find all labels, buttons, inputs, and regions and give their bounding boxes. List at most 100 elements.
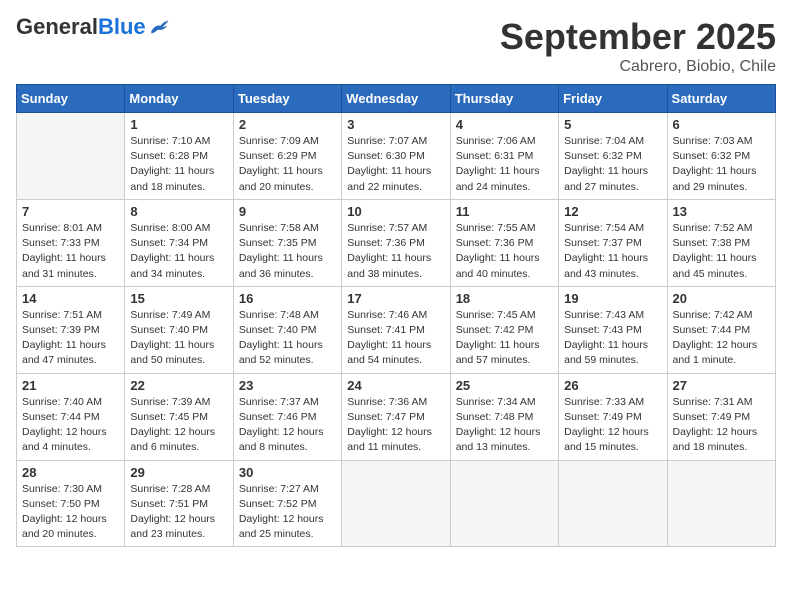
location: Cabrero, Biobio, Chile (500, 58, 776, 76)
day-number: 7 (22, 204, 119, 219)
calendar-cell: 11 Sunrise: 7:55 AM Sunset: 7:36 PM Dayli… (450, 199, 558, 286)
day-info: Sunrise: 7:27 AM Sunset: 7:52 PM Dayligh… (239, 482, 336, 543)
day-number: 12 (564, 204, 661, 219)
calendar-cell: 27 Sunrise: 7:31 AM Sunset: 7:49 PM Dayli… (667, 373, 775, 460)
day-number: 9 (239, 204, 336, 219)
day-info: Sunrise: 7:43 AM Sunset: 7:43 PM Dayligh… (564, 308, 661, 369)
day-info: Sunrise: 7:52 AM Sunset: 7:38 PM Dayligh… (673, 221, 770, 282)
calendar-cell: 18 Sunrise: 7:45 AM Sunset: 7:42 PM Dayli… (450, 286, 558, 373)
calendar-cell: 22Sunrise: 7:39 AM Sunset: 7:45 PM Dayli… (125, 373, 233, 460)
day-info: Sunrise: 7:42 AM Sunset: 7:44 PM Dayligh… (673, 308, 770, 369)
title-block: September 2025 Cabrero, Biobio, Chile (500, 16, 776, 76)
day-number: 11 (456, 204, 553, 219)
logo-bird-icon (150, 19, 170, 35)
col-header-sunday: Sunday (17, 85, 125, 113)
col-header-saturday: Saturday (667, 85, 775, 113)
logo: GeneralBlue (16, 16, 170, 38)
day-number: 15 (130, 291, 227, 306)
day-number: 2 (239, 117, 336, 132)
day-number: 8 (130, 204, 227, 219)
calendar-cell: 28Sunrise: 7:30 AM Sunset: 7:50 PM Dayli… (17, 460, 125, 547)
calendar-cell (17, 113, 125, 200)
day-number: 6 (673, 117, 770, 132)
calendar-cell: 25 Sunrise: 7:34 AM Sunset: 7:48 PM Dayli… (450, 373, 558, 460)
calendar-cell: 4 Sunrise: 7:06 AM Sunset: 6:31 PM Daylig… (450, 113, 558, 200)
col-header-friday: Friday (559, 85, 667, 113)
day-info: Sunrise: 7:37 AM Sunset: 7:46 PM Dayligh… (239, 395, 336, 456)
calendar-header-row: SundayMondayTuesdayWednesdayThursdayFrid… (17, 85, 776, 113)
day-number: 16 (239, 291, 336, 306)
day-info: Sunrise: 7:28 AM Sunset: 7:51 PM Dayligh… (130, 482, 227, 543)
week-row-4: 21 Sunrise: 7:40 AM Sunset: 7:44 PM Dayli… (17, 373, 776, 460)
day-info: Sunrise: 7:06 AM Sunset: 6:31 PM Dayligh… (456, 134, 553, 195)
day-number: 3 (347, 117, 444, 132)
calendar-cell: 14 Sunrise: 7:51 AM Sunset: 7:39 PM Dayli… (17, 286, 125, 373)
day-info: Sunrise: 7:30 AM Sunset: 7:50 PM Dayligh… (22, 482, 119, 543)
col-header-thursday: Thursday (450, 85, 558, 113)
day-info: Sunrise: 7:09 AM Sunset: 6:29 PM Dayligh… (239, 134, 336, 195)
day-number: 19 (564, 291, 661, 306)
calendar-cell: 8 Sunrise: 8:00 AM Sunset: 7:34 PM Daylig… (125, 199, 233, 286)
calendar-cell: 19 Sunrise: 7:43 AM Sunset: 7:43 PM Dayli… (559, 286, 667, 373)
day-info: Sunrise: 7:40 AM Sunset: 7:44 PM Dayligh… (22, 395, 119, 456)
day-info: Sunrise: 7:10 AM Sunset: 6:28 PM Dayligh… (130, 134, 227, 195)
day-number: 23 (239, 378, 336, 393)
calendar-cell: 1 Sunrise: 7:10 AM Sunset: 6:28 PM Daylig… (125, 113, 233, 200)
day-info: Sunrise: 7:31 AM Sunset: 7:49 PM Dayligh… (673, 395, 770, 456)
calendar-cell: 20Sunrise: 7:42 AM Sunset: 7:44 PM Dayli… (667, 286, 775, 373)
calendar-cell: 10 Sunrise: 7:57 AM Sunset: 7:36 PM Dayli… (342, 199, 450, 286)
day-number: 21 (22, 378, 119, 393)
month-title: September 2025 (500, 16, 776, 58)
calendar-cell (667, 460, 775, 547)
logo-text: GeneralBlue (16, 16, 146, 38)
day-info: Sunrise: 7:33 AM Sunset: 7:49 PM Dayligh… (564, 395, 661, 456)
day-number: 14 (22, 291, 119, 306)
calendar-cell: 3 Sunrise: 7:07 AM Sunset: 6:30 PM Daylig… (342, 113, 450, 200)
day-number: 25 (456, 378, 553, 393)
day-info: Sunrise: 7:49 AM Sunset: 7:40 PM Dayligh… (130, 308, 227, 369)
day-info: Sunrise: 7:55 AM Sunset: 7:36 PM Dayligh… (456, 221, 553, 282)
week-row-2: 7 Sunrise: 8:01 AM Sunset: 7:33 PM Daylig… (17, 199, 776, 286)
calendar-cell: 17 Sunrise: 7:46 AM Sunset: 7:41 PM Dayli… (342, 286, 450, 373)
calendar-cell: 13Sunrise: 7:52 AM Sunset: 7:38 PM Dayli… (667, 199, 775, 286)
calendar-cell: 15 Sunrise: 7:49 AM Sunset: 7:40 PM Dayli… (125, 286, 233, 373)
day-number: 17 (347, 291, 444, 306)
day-info: Sunrise: 8:01 AM Sunset: 7:33 PM Dayligh… (22, 221, 119, 282)
day-number: 27 (673, 378, 770, 393)
calendar-cell: 26 Sunrise: 7:33 AM Sunset: 7:49 PM Dayli… (559, 373, 667, 460)
day-number: 10 (347, 204, 444, 219)
calendar-cell: 23 Sunrise: 7:37 AM Sunset: 7:46 PM Dayli… (233, 373, 341, 460)
calendar-cell: 30Sunrise: 7:27 AM Sunset: 7:52 PM Dayli… (233, 460, 341, 547)
day-info: Sunrise: 7:54 AM Sunset: 7:37 PM Dayligh… (564, 221, 661, 282)
day-info: Sunrise: 7:48 AM Sunset: 7:40 PM Dayligh… (239, 308, 336, 369)
day-number: 18 (456, 291, 553, 306)
day-number: 26 (564, 378, 661, 393)
day-info: Sunrise: 7:07 AM Sunset: 6:30 PM Dayligh… (347, 134, 444, 195)
day-info: Sunrise: 7:51 AM Sunset: 7:39 PM Dayligh… (22, 308, 119, 369)
day-number: 4 (456, 117, 553, 132)
calendar-cell (342, 460, 450, 547)
calendar-cell: 21 Sunrise: 7:40 AM Sunset: 7:44 PM Dayli… (17, 373, 125, 460)
calendar-cell: 7 Sunrise: 8:01 AM Sunset: 7:33 PM Daylig… (17, 199, 125, 286)
day-info: Sunrise: 8:00 AM Sunset: 7:34 PM Dayligh… (130, 221, 227, 282)
calendar-cell: 6Sunrise: 7:03 AM Sunset: 6:32 PM Daylig… (667, 113, 775, 200)
col-header-monday: Monday (125, 85, 233, 113)
col-header-tuesday: Tuesday (233, 85, 341, 113)
page-header: GeneralBlue September 2025 Cabrero, Biob… (16, 16, 776, 76)
calendar-cell: 9Sunrise: 7:58 AM Sunset: 7:35 PM Daylig… (233, 199, 341, 286)
day-info: Sunrise: 7:45 AM Sunset: 7:42 PM Dayligh… (456, 308, 553, 369)
calendar-cell: 16 Sunrise: 7:48 AM Sunset: 7:40 PM Dayli… (233, 286, 341, 373)
calendar-cell: 29 Sunrise: 7:28 AM Sunset: 7:51 PM Dayli… (125, 460, 233, 547)
calendar-table: SundayMondayTuesdayWednesdayThursdayFrid… (16, 84, 776, 547)
day-number: 5 (564, 117, 661, 132)
calendar-cell: 5Sunrise: 7:04 AM Sunset: 6:32 PM Daylig… (559, 113, 667, 200)
day-info: Sunrise: 7:57 AM Sunset: 7:36 PM Dayligh… (347, 221, 444, 282)
day-number: 29 (130, 465, 227, 480)
week-row-1: 1 Sunrise: 7:10 AM Sunset: 6:28 PM Daylig… (17, 113, 776, 200)
calendar-cell (450, 460, 558, 547)
day-info: Sunrise: 7:46 AM Sunset: 7:41 PM Dayligh… (347, 308, 444, 369)
col-header-wednesday: Wednesday (342, 85, 450, 113)
day-info: Sunrise: 7:34 AM Sunset: 7:48 PM Dayligh… (456, 395, 553, 456)
day-number: 1 (130, 117, 227, 132)
calendar-cell: 12 Sunrise: 7:54 AM Sunset: 7:37 PM Dayli… (559, 199, 667, 286)
